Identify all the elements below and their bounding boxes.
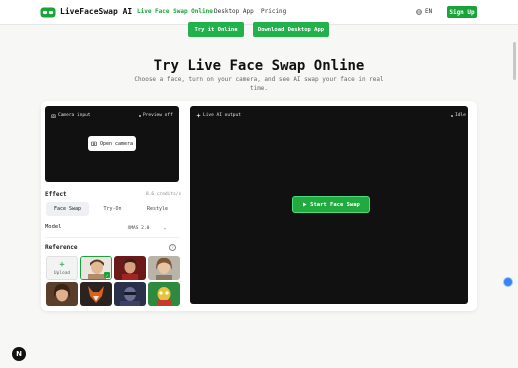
camera-input-label: Camera input: [51, 113, 91, 118]
output-status: Idle: [451, 113, 466, 118]
status-dot-icon: [451, 114, 453, 117]
selected-check-icon: ✓: [104, 272, 110, 278]
face-portrait-icon: [46, 282, 78, 306]
face-portrait-icon: [114, 256, 146, 280]
nav-link-pricing[interactable]: Pricing: [261, 8, 286, 15]
live-output-text: Live AI output: [203, 113, 241, 118]
effect-label: Effect: [45, 191, 67, 198]
reference-label: Reference: [45, 244, 78, 251]
model-value: XMAS 2.0: [127, 225, 150, 231]
reference-face-2[interactable]: [114, 256, 146, 280]
reference-face-4[interactable]: [46, 282, 78, 306]
chat-bubble-icon[interactable]: [503, 277, 513, 287]
dev-badge-icon[interactable]: N: [12, 347, 26, 361]
model-label: Model: [45, 224, 62, 230]
reference-face-6[interactable]: [114, 282, 146, 306]
brand-name[interactable]: LiveFaceSwap AI: [60, 7, 132, 16]
try-online-button[interactable]: Try it Online: [188, 22, 244, 37]
preview-status: Preview off: [139, 113, 173, 118]
chevron-down-icon: ⌄: [163, 225, 167, 231]
fox-portrait-icon: [80, 282, 112, 306]
language-label: EN: [425, 8, 433, 15]
language-selector[interactable]: EN: [416, 8, 432, 15]
reference-face-3[interactable]: [148, 256, 180, 280]
tab-try-on[interactable]: Try-On: [91, 202, 134, 216]
status-dot-icon: [139, 114, 141, 117]
camera-input-text: Camera input: [58, 113, 91, 118]
sparkle-icon: [196, 113, 201, 118]
page-title: Try Live Face Swap Online: [153, 58, 365, 74]
start-face-swap-button[interactable]: Start Face Swap: [292, 196, 370, 213]
face-portrait-icon: [148, 256, 180, 280]
model-select[interactable]: XMAS 2.0 ⌄: [116, 223, 178, 233]
help-icon[interactable]: ?: [169, 244, 176, 251]
open-camera-button[interactable]: Open camera: [88, 136, 136, 151]
reference-face-1[interactable]: ✓: [80, 256, 112, 280]
nav-link-desktop-app[interactable]: Desktop App: [214, 8, 254, 15]
face-portrait-icon: [148, 282, 180, 306]
globe-icon: [416, 8, 422, 15]
credits-rate: 8.6 credits/s: [146, 192, 182, 197]
download-desktop-button[interactable]: Download Desktop App: [253, 22, 329, 37]
open-camera-label: Open camera: [99, 140, 134, 147]
output-status-text: Idle: [455, 113, 466, 118]
reference-face-7[interactable]: [148, 282, 180, 306]
nav-link-live-face-swap[interactable]: Live Face Swap Online: [137, 8, 213, 15]
mask-logo-icon[interactable]: [40, 7, 56, 18]
tab-restyle[interactable]: Restyle: [136, 202, 179, 216]
upload-label: Upload: [53, 270, 71, 276]
preview-status-text: Preview off: [143, 113, 173, 118]
page-subtitle: Choose a face, turn on your camera, and …: [134, 76, 384, 92]
play-icon: [303, 202, 307, 207]
start-face-swap-label: Start Face Swap: [310, 201, 360, 208]
reference-face-5[interactable]: [80, 282, 112, 306]
live-output-label: Live AI output: [196, 113, 241, 118]
upload-reference-button[interactable]: + Upload: [46, 256, 78, 280]
plus-icon: +: [59, 259, 65, 270]
divider: [45, 237, 179, 238]
camera-icon: [91, 141, 97, 146]
face-portrait-icon: [114, 282, 146, 306]
tab-face-swap[interactable]: Face Swap: [46, 202, 89, 216]
sign-up-button[interactable]: Sign Up: [447, 6, 477, 18]
camera-icon: [51, 114, 56, 118]
